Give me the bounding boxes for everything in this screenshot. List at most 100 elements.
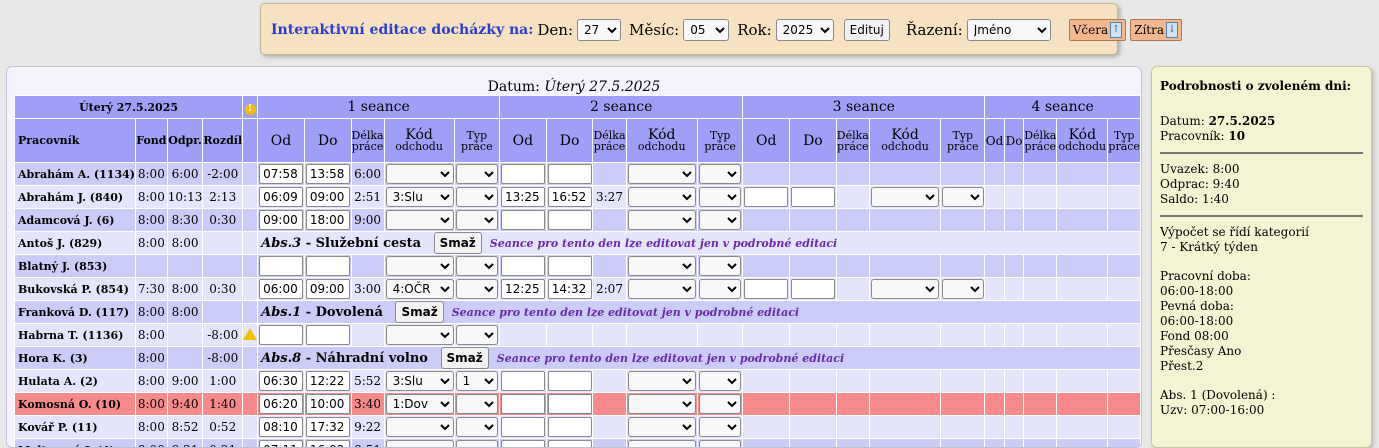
typ-select-1[interactable] bbox=[456, 210, 498, 230]
typ-select-2[interactable] bbox=[699, 164, 741, 184]
do-input-3[interactable] bbox=[791, 187, 835, 207]
od-input-1[interactable] bbox=[259, 417, 303, 437]
od-input-2[interactable] bbox=[501, 417, 545, 437]
do-input-2[interactable] bbox=[548, 394, 592, 414]
typ-select-1[interactable] bbox=[456, 256, 498, 276]
typ-select-2[interactable] bbox=[699, 417, 741, 437]
do-input-1[interactable] bbox=[306, 394, 350, 414]
kod-select-2[interactable] bbox=[628, 371, 696, 391]
smaz-button[interactable]: Smaž bbox=[441, 347, 489, 369]
od-input-2[interactable] bbox=[501, 279, 545, 299]
kod-select-1[interactable]: 3:Slu bbox=[386, 187, 454, 207]
mesic-select[interactable]: 05 bbox=[683, 19, 729, 41]
kod-select-1[interactable] bbox=[386, 325, 454, 345]
cell-rozdil bbox=[203, 255, 243, 278]
od-input-1[interactable] bbox=[259, 256, 303, 276]
kod-select-1[interactable] bbox=[386, 256, 454, 276]
smaz-button[interactable]: Smaž bbox=[434, 232, 482, 254]
do-input-1[interactable] bbox=[306, 187, 350, 207]
do-input-2[interactable] bbox=[548, 210, 592, 230]
kod-select-2[interactable] bbox=[628, 164, 696, 184]
kod-select-2[interactable] bbox=[628, 210, 696, 230]
do-input-1[interactable] bbox=[306, 371, 350, 391]
od-input-1[interactable] bbox=[259, 210, 303, 230]
edituj-button[interactable]: Edituj bbox=[844, 19, 890, 41]
od-input-1[interactable] bbox=[259, 371, 303, 391]
od-input-2[interactable] bbox=[501, 440, 545, 448]
od-input-1[interactable] bbox=[259, 164, 303, 184]
typ-select-1[interactable] bbox=[456, 440, 498, 448]
vcera-button[interactable]: Včera↑ bbox=[1069, 19, 1126, 41]
od-input-1[interactable] bbox=[259, 187, 303, 207]
do-input-1[interactable] bbox=[306, 440, 350, 448]
typ-select-1[interactable]: 1 bbox=[456, 371, 498, 391]
od-input-1[interactable] bbox=[259, 325, 303, 345]
typ-select-2[interactable] bbox=[699, 187, 741, 207]
typ-select-1[interactable] bbox=[456, 394, 498, 414]
kod-select-2[interactable] bbox=[628, 256, 696, 276]
typ-select-1[interactable] bbox=[456, 164, 498, 184]
col-do-2: Do bbox=[546, 119, 593, 163]
do-input-2[interactable] bbox=[548, 279, 592, 299]
od-input-3[interactable] bbox=[744, 187, 788, 207]
zitra-button[interactable]: Zítra↓ bbox=[1130, 19, 1182, 41]
typ-select-2[interactable] bbox=[699, 394, 741, 414]
typ-select-2[interactable] bbox=[699, 210, 741, 230]
kod-select-1[interactable] bbox=[386, 417, 454, 437]
do-input-1[interactable] bbox=[306, 279, 350, 299]
typ-select-1[interactable] bbox=[456, 279, 498, 299]
delka-1: 2:51 bbox=[351, 186, 384, 209]
do-input-1[interactable] bbox=[306, 164, 350, 184]
typ-select-3[interactable] bbox=[942, 279, 984, 299]
do-input-1[interactable] bbox=[306, 210, 350, 230]
do-input-2[interactable] bbox=[548, 440, 592, 448]
razeni-select[interactable]: Jméno bbox=[967, 19, 1051, 41]
kod-select-3[interactable] bbox=[871, 279, 939, 299]
detail-odprac: Odprac: 9:40 bbox=[1160, 177, 1363, 192]
smaz-button[interactable]: Smaž bbox=[395, 301, 443, 323]
do-input-1[interactable] bbox=[306, 325, 350, 345]
do-input-3[interactable] bbox=[791, 279, 835, 299]
kod-select-1[interactable]: 4:OČR bbox=[386, 279, 454, 299]
kod-select-1[interactable]: 3:Slu bbox=[386, 371, 454, 391]
kod-select-2[interactable] bbox=[628, 279, 696, 299]
od-input-3[interactable] bbox=[744, 279, 788, 299]
kod-select-2[interactable] bbox=[628, 440, 696, 448]
do-input-2[interactable] bbox=[548, 256, 592, 276]
info-icon[interactable]: ! bbox=[245, 104, 256, 115]
do-input-2[interactable] bbox=[548, 187, 592, 207]
kod-select-1[interactable] bbox=[386, 164, 454, 184]
kod-select-1[interactable] bbox=[386, 210, 454, 230]
kod-select-3[interactable] bbox=[871, 187, 939, 207]
do-input-1[interactable] bbox=[306, 417, 350, 437]
od-input-2[interactable] bbox=[501, 394, 545, 414]
od-input-2[interactable] bbox=[501, 371, 545, 391]
od-input-2[interactable] bbox=[501, 210, 545, 230]
typ-select-3[interactable] bbox=[942, 187, 984, 207]
rok-select[interactable]: 2025 bbox=[776, 19, 834, 41]
typ-select-2[interactable] bbox=[699, 279, 741, 299]
kod-select-1[interactable] bbox=[386, 440, 454, 448]
typ-select-1[interactable] bbox=[456, 325, 498, 345]
do-input-2[interactable] bbox=[548, 417, 592, 437]
do-input-2[interactable] bbox=[548, 164, 592, 184]
typ-select-2[interactable] bbox=[699, 440, 741, 448]
kod-select-2[interactable] bbox=[628, 417, 696, 437]
kod-select-2[interactable] bbox=[628, 187, 696, 207]
do-input-2[interactable] bbox=[548, 371, 592, 391]
od-input-2[interactable] bbox=[501, 187, 545, 207]
typ-select-2[interactable] bbox=[699, 371, 741, 391]
od-input-2[interactable] bbox=[501, 164, 545, 184]
typ-select-2[interactable] bbox=[699, 256, 741, 276]
den-select[interactable]: 27 bbox=[577, 19, 621, 41]
kod-select-1[interactable]: 1:Dov bbox=[386, 394, 454, 414]
kod-select-2[interactable] bbox=[628, 394, 696, 414]
od-input-1[interactable] bbox=[259, 279, 303, 299]
typ-select-1[interactable] bbox=[456, 417, 498, 437]
od-input-1[interactable] bbox=[259, 394, 303, 414]
do-input-1[interactable] bbox=[306, 256, 350, 276]
od-input-1[interactable] bbox=[259, 440, 303, 448]
od-input-2[interactable] bbox=[501, 256, 545, 276]
col-kod-4: Kódodchodu bbox=[1057, 119, 1108, 163]
typ-select-1[interactable] bbox=[456, 187, 498, 207]
